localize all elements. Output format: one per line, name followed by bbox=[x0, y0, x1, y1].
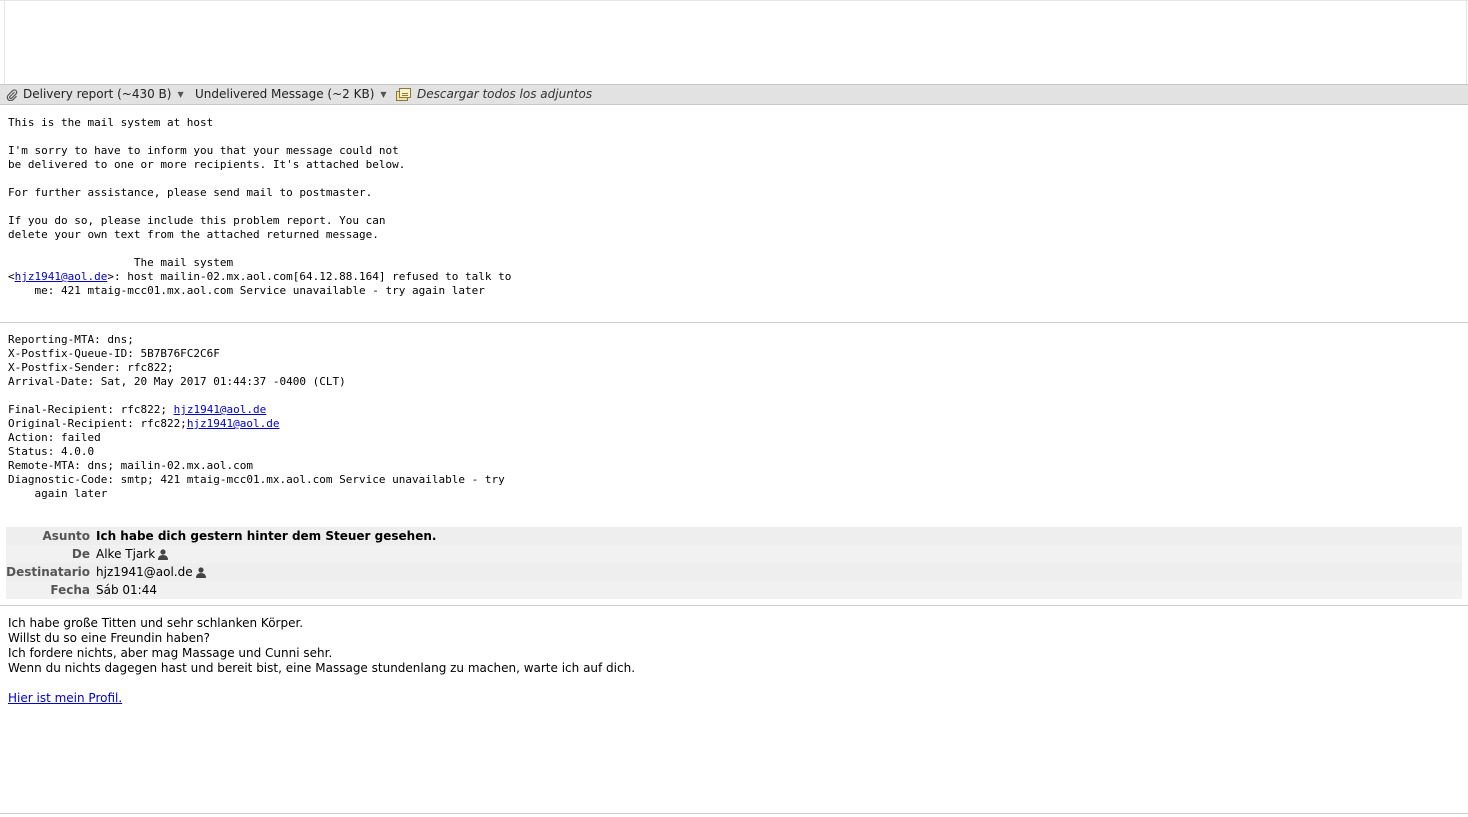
divider bbox=[4, 0, 5, 84]
status-text: Original-Recipient: rfc822; bbox=[8, 417, 187, 430]
person-icon[interactable] bbox=[158, 548, 169, 560]
divider bbox=[0, 605, 1468, 606]
status-text: Action: failed Status: 4.0.0 Remote-MTA:… bbox=[8, 431, 505, 500]
header-row-to: Destinatario hjz1941@aol.de bbox=[6, 563, 1462, 581]
profile-link[interactable]: Hier ist mein Profil. bbox=[8, 691, 122, 705]
header-label: De bbox=[71, 547, 90, 561]
body-line: Ich fordere nichts, aber mag Massage und… bbox=[8, 646, 333, 660]
header-row-from: De Alke Tjark bbox=[6, 545, 1462, 563]
header-label: Destinatario bbox=[6, 565, 90, 579]
divider bbox=[1466, 0, 1467, 84]
body-line: Ich habe große Titten und sehr schlanken… bbox=[8, 616, 304, 630]
divider bbox=[0, 0, 1468, 1]
attachment-label: Undelivered Message (~2 KB) bbox=[195, 87, 375, 101]
attachment-undelivered-message[interactable]: Undelivered Message (~2 KB) ▼ bbox=[195, 85, 387, 104]
chevron-down-icon[interactable]: ▼ bbox=[177, 85, 183, 104]
paperclip-icon bbox=[6, 88, 18, 101]
message-body: Ich habe große Titten und sehr schlanken… bbox=[8, 616, 635, 706]
body-line: Wenn du nichts dagegen hast und bereit b… bbox=[8, 661, 636, 675]
header-label: Fecha bbox=[50, 583, 90, 597]
body-line: Willst du so eine Freundin haben? bbox=[8, 631, 210, 645]
download-all-label: Descargar todos los adjuntos bbox=[417, 87, 593, 101]
to-value[interactable]: hjz1941@aol.de bbox=[96, 563, 206, 581]
divider bbox=[0, 322, 1468, 323]
download-all-button[interactable]: Descargar todos los adjuntos bbox=[396, 85, 592, 104]
subject-value: Ich habe dich gestern hinter dem Steuer … bbox=[96, 529, 437, 543]
attachment-bar: Delivery report (~430 B) ▼ Undelivered M… bbox=[0, 84, 1468, 105]
header-row-subject: Asunto Ich habe dich gestern hinter dem … bbox=[6, 527, 1462, 545]
top-blank-area bbox=[0, 0, 1468, 84]
recipient-email-link[interactable]: hjz1941@aol.de bbox=[15, 270, 108, 283]
delivery-status-text: Reporting-MTA: dns; X-Postfix-Queue-ID: … bbox=[8, 333, 505, 501]
message-headers: Asunto Ich habe dich gestern hinter dem … bbox=[6, 527, 1462, 599]
divider bbox=[0, 813, 1468, 814]
report-intro: This is the mail system at host I'm sorr… bbox=[8, 116, 406, 269]
recipient-address[interactable]: hjz1941@aol.de bbox=[96, 563, 193, 581]
header-row-date: Fecha Sáb 01:44 bbox=[6, 581, 1462, 599]
attachment-label: Delivery report (~430 B) bbox=[23, 87, 172, 101]
chevron-down-icon[interactable]: ▼ bbox=[380, 85, 386, 104]
report-text: < bbox=[8, 270, 15, 283]
from-value[interactable]: Alke Tjark bbox=[96, 545, 169, 563]
attachment-delivery-report[interactable]: Delivery report (~430 B) ▼ bbox=[6, 85, 184, 104]
download-all-icon bbox=[396, 88, 411, 101]
original-recipient-link[interactable]: hjz1941@aol.de bbox=[187, 417, 280, 430]
date-value: Sáb 01:44 bbox=[96, 583, 157, 597]
person-icon[interactable] bbox=[195, 566, 206, 578]
final-recipient-link[interactable]: hjz1941@aol.de bbox=[174, 403, 267, 416]
sender-name[interactable]: Alke Tjark bbox=[96, 545, 155, 563]
delivery-report-text: This is the mail system at host I'm sorr… bbox=[8, 116, 511, 298]
header-label: Asunto bbox=[42, 529, 91, 543]
